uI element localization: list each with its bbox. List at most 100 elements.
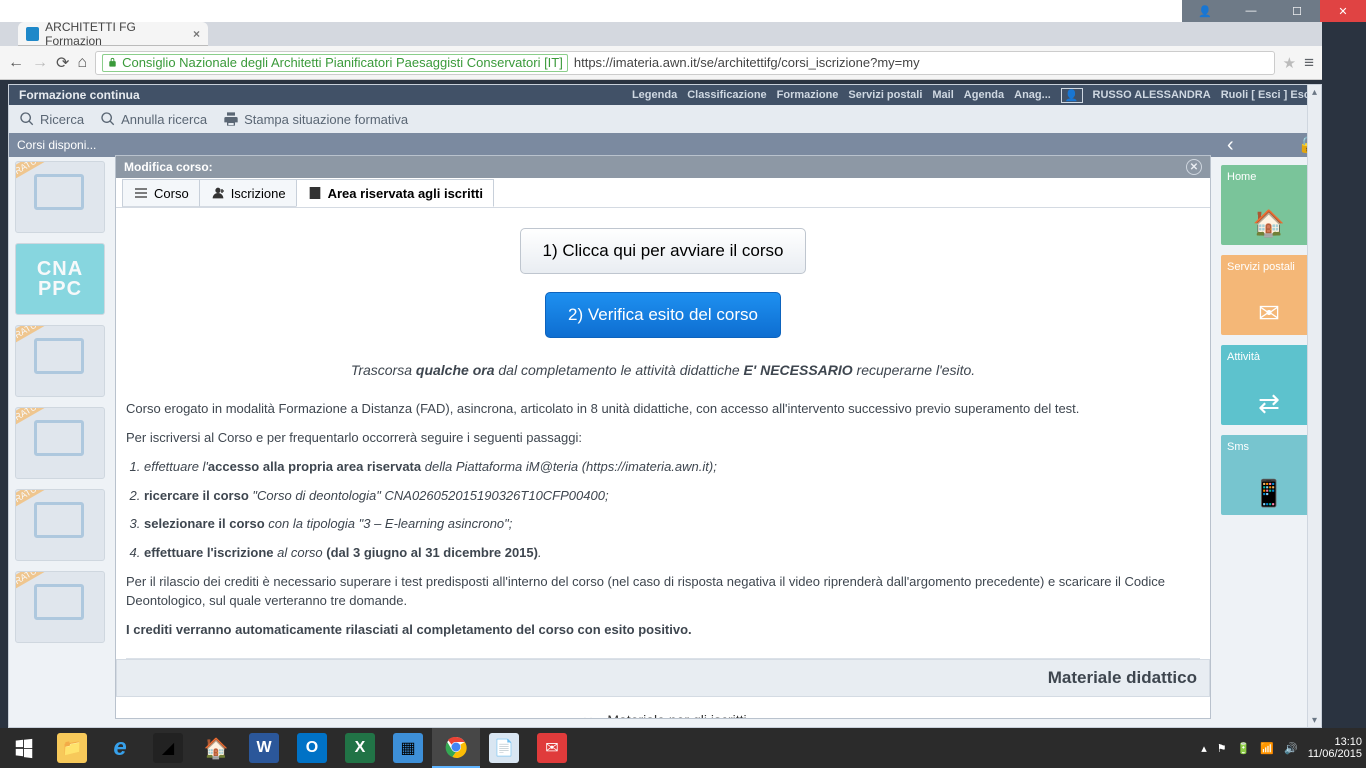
taskbar-word[interactable]: W [240,728,288,768]
modal-title-text: Modifica corso: [124,160,213,174]
browser-tabstrip: ARCHITETTI FG Formazion × [0,22,1322,46]
window-close-button[interactable]: ✕ [1320,0,1366,22]
scroll-up-button[interactable]: ▴ [1308,85,1321,99]
tab-area-riservata[interactable]: Area riservata agli iscritti [296,179,494,207]
window-titlebar: 👤 — ☐ ✕ [0,0,1366,22]
tile-sms[interactable]: Sms 📱 [1221,435,1317,515]
address-bar[interactable]: Consiglio Nazionale degli Architetti Pia… [95,51,1275,75]
menu-item[interactable]: Legenda [632,89,677,101]
menu-item[interactable]: Servizi postali [848,89,922,101]
tab-label: Iscrizione [231,186,286,201]
user-name[interactable]: RUSSO ALESSANDRA [1093,89,1211,101]
taskbar-ie[interactable]: e [96,728,144,768]
system-tray: ▴ ⚑ 🔋 📶 🔊 13:10 11/06/2015 [1201,736,1366,760]
tray-volume-icon[interactable]: 🔊 [1284,742,1298,755]
tray-clock[interactable]: 13:10 11/06/2015 [1308,736,1362,760]
phone-icon: 📱 [1253,478,1285,509]
taskbar-app-dark[interactable]: ◢ [144,728,192,768]
doc-list-icon [307,185,323,201]
step-item: effettuare l'iscrizione al corso (dal 3 … [144,544,1200,563]
menu-item[interactable]: Agenda [964,89,1004,101]
modal-close-button[interactable]: ✕ [1186,159,1202,175]
mail-icon: ✉ [1258,298,1280,329]
tile-postali[interactable]: Servizi postali ✉ [1221,255,1317,335]
course-thumbnail[interactable]: GRATUITO [15,571,105,643]
chevron-left-icon[interactable]: ‹ [1227,134,1234,157]
tile-home[interactable]: Home 🏠 [1221,165,1317,245]
course-description: Corso erogato in modalità Formazione a D… [126,400,1200,419]
browser-tab[interactable]: ARCHITETTI FG Formazion × [18,22,208,46]
nav-back-button[interactable]: ← [8,54,24,72]
steps-list: effettuare l'accesso alla propria area r… [126,458,1200,563]
nav-reload-button[interactable]: ⟳ [56,53,69,73]
auto-credit-para: I crediti verranno automaticamente rilas… [126,621,1200,640]
app-top-menu: Legenda Classificazione Formazione Servi… [632,85,1313,105]
nav-home-button[interactable]: ⌂ [77,54,87,72]
taskbar-home-app[interactable]: 🏠 [192,728,240,768]
steps-intro: Per iscriversi al Corso e per frequentar… [126,429,1200,448]
window-minimize-button[interactable]: — [1228,0,1274,22]
menu-item[interactable]: Anag... [1014,89,1051,101]
tray-flag-icon[interactable]: ⚑ [1217,742,1227,755]
advice-text: Trascorsa qualche ora dal completamento … [126,362,1200,378]
tile-label: Servizi postali [1227,261,1311,273]
menu-item[interactable]: Mail [932,89,953,101]
course-thumbnail[interactable]: GRATUITO [15,325,105,397]
breadcrumb[interactable]: Corsi disponi... [17,138,96,152]
swap-icon: ⇄ [1258,388,1280,419]
app-shell: Formazione continua Legenda Classificazi… [8,84,1322,728]
tab-corso[interactable]: Corso [122,179,200,207]
taskbar-explorer[interactable]: 📁 [48,728,96,768]
start-course-button[interactable]: 1) Clicca qui per avviare il corso [520,228,807,274]
start-button[interactable] [0,728,48,768]
nav-forward-button[interactable]: → [32,54,48,72]
printer-icon [223,111,239,127]
tray-wifi-icon[interactable]: 📶 [1260,742,1274,755]
chrome-icon [444,735,468,759]
course-thumbnail[interactable]: GRATUITO [15,407,105,479]
taskbar-excel[interactable]: X [336,728,384,768]
bookmark-star-icon[interactable]: ★ [1283,54,1296,72]
menu-item[interactable]: Formazione [777,89,839,101]
tile-attivita[interactable]: Attività ⇄ [1221,345,1317,425]
tab-iscrizione[interactable]: Iscrizione [199,179,297,207]
search-cancel-icon [100,111,116,127]
materiale-header: Materiale didattico [116,659,1210,697]
tray-chevron-up-icon[interactable]: ▴ [1201,742,1207,755]
tab-close-button[interactable]: × [193,27,200,41]
app-scrollbar[interactable]: ▴ ▾ [1307,85,1321,727]
action-annulla[interactable]: Annulla ricerca [100,111,207,127]
address-url: https://imateria.awn.it/se/architettifg/… [574,55,920,70]
favicon-icon [26,27,39,41]
course-thumbnail[interactable]: GRATUITO [15,161,105,233]
course-thumbnail[interactable]: GRATUITO [15,489,105,561]
user-extra[interactable]: Ruoli [ Esci ] Esci [1221,89,1313,101]
verify-outcome-button[interactable]: 2) Verifica esito del corso [545,292,781,338]
desktop-right-strip [1322,22,1366,728]
taskbar-outlook[interactable]: O [288,728,336,768]
window-user-icon[interactable]: 👤 [1182,0,1228,22]
download-icon [579,711,597,718]
clock-date: 11/06/2015 [1308,748,1362,760]
taskbar-notes[interactable]: 📄 [480,728,528,768]
tray-battery-icon[interactable]: 🔋 [1237,742,1251,755]
avatar-icon[interactable]: 👤 [1061,88,1083,103]
scroll-down-button[interactable]: ▾ [1308,713,1321,727]
taskbar-mail-red[interactable]: ✉ [528,728,576,768]
course-thumbnail-cna[interactable]: CNA PPC [15,243,105,315]
windows-logo-icon [13,737,35,759]
browser-toolbar: ← → ⟳ ⌂ Consiglio Nazionale degli Archit… [0,46,1322,80]
materiale-link[interactable]: Materiale per gli iscritti [126,711,1200,718]
search-icon [19,111,35,127]
taskbar-chrome[interactable] [432,728,480,768]
browser-menu-button[interactable]: ≡ [1304,53,1314,73]
modal-titlebar: Modifica corso: ✕ [116,156,1210,178]
action-stampa[interactable]: Stampa situazione formativa [223,111,408,127]
modal-dialog: Modifica corso: ✕ Corso Iscrizione Area … [115,155,1211,719]
taskbar-misc-blue[interactable]: ▦ [384,728,432,768]
ssl-cert-badge[interactable]: Consiglio Nazionale degli Architetti Pia… [102,54,568,72]
credit-release-para: Per il rilascio dei crediti è necessario… [126,573,1200,611]
menu-item[interactable]: Classificazione [687,89,766,101]
window-maximize-button[interactable]: ☐ [1274,0,1320,22]
action-ricerca[interactable]: Ricerca [19,111,84,127]
